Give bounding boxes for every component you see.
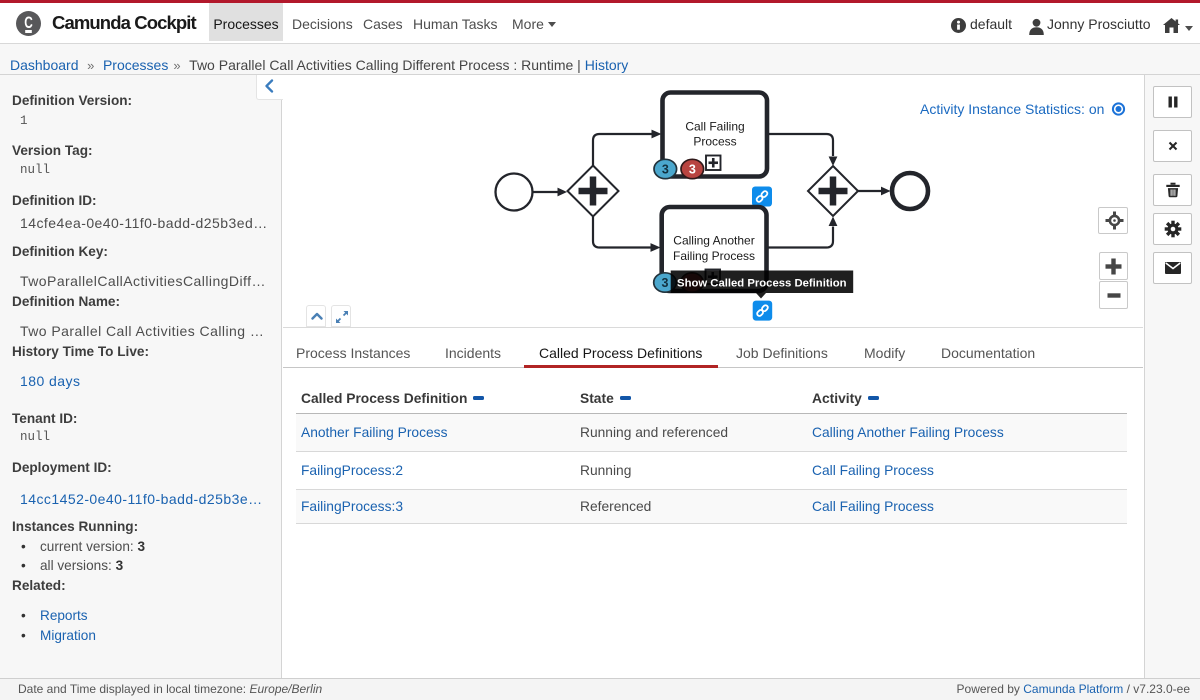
svg-text:Failing Process: Failing Process: [673, 249, 755, 263]
svg-text:Calling Another: Calling Another: [673, 233, 754, 247]
svg-text:3: 3: [689, 163, 696, 177]
svg-text:C: C: [24, 14, 33, 32]
svg-text:Show Called Process Definition: Show Called Process Definition: [677, 278, 847, 290]
svg-text:3: 3: [662, 163, 669, 177]
svg-text:Call Failing: Call Failing: [685, 120, 744, 134]
svg-text:Process: Process: [693, 135, 736, 149]
svg-text:3: 3: [662, 276, 669, 290]
